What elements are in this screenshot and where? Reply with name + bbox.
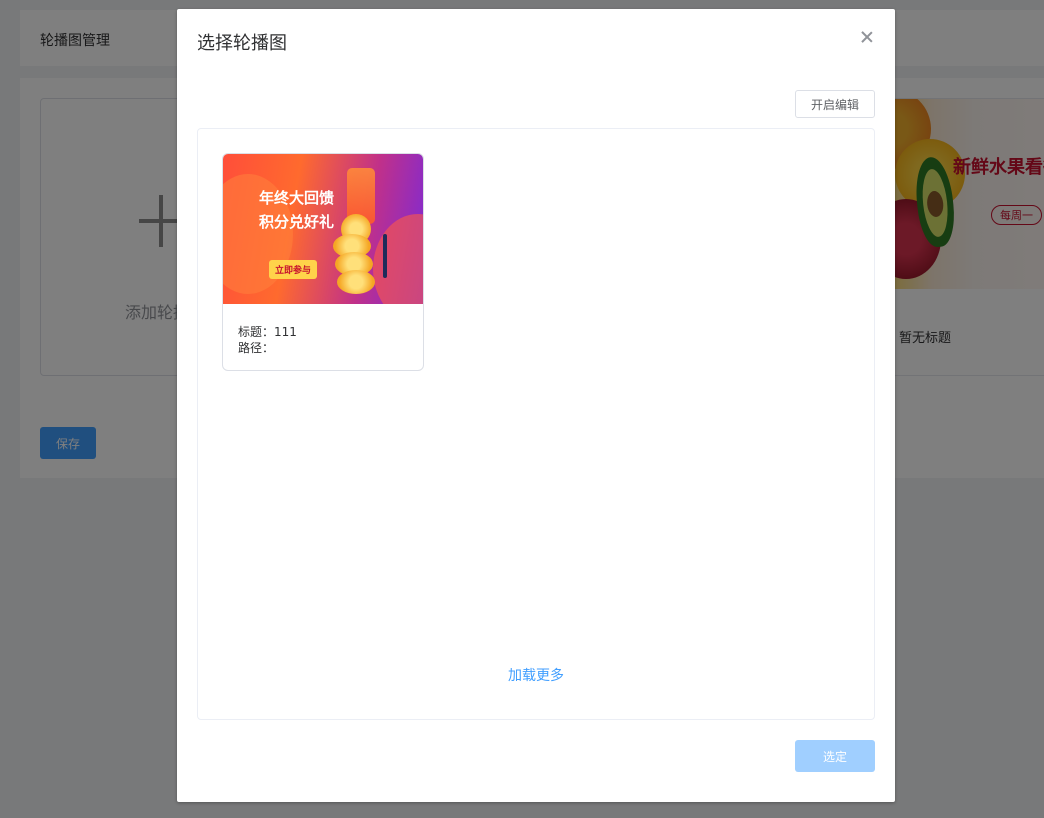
banner-item-title-value: 111 bbox=[274, 325, 297, 339]
enable-edit-button[interactable]: 开启编辑 bbox=[795, 90, 875, 118]
banner-item-title-row: 标题：111 bbox=[238, 324, 297, 340]
banner-item-path-row: 路径： bbox=[238, 340, 297, 356]
confirm-select-button[interactable]: 选定 bbox=[795, 740, 875, 772]
dialog-title: 选择轮播图 bbox=[197, 33, 287, 54]
banner-item-image: 年终大回馈 积分兑好礼 立即参与 bbox=[223, 154, 423, 304]
banner-item-title-label: 标题： bbox=[238, 325, 275, 339]
close-icon[interactable] bbox=[859, 29, 875, 45]
select-banner-dialog: 选择轮播图 开启编辑 年终大回馈 积分兑好礼 立即参与 标题：111 路径： 加… bbox=[177, 9, 895, 802]
banner-item-card[interactable]: 年终大回馈 积分兑好礼 立即参与 标题：111 路径： bbox=[222, 153, 424, 371]
banner-item-meta: 标题：111 路径： bbox=[238, 324, 297, 356]
banner-item-headline: 年终大回馈 积分兑好礼 bbox=[259, 189, 335, 231]
load-more-link[interactable]: 加载更多 bbox=[198, 665, 874, 685]
banner-item-path-label: 路径： bbox=[238, 341, 275, 355]
banner-list: 年终大回馈 积分兑好礼 立即参与 标题：111 路径： 加载更多 bbox=[197, 128, 875, 720]
banner-item-cta: 立即参与 bbox=[269, 260, 318, 279]
